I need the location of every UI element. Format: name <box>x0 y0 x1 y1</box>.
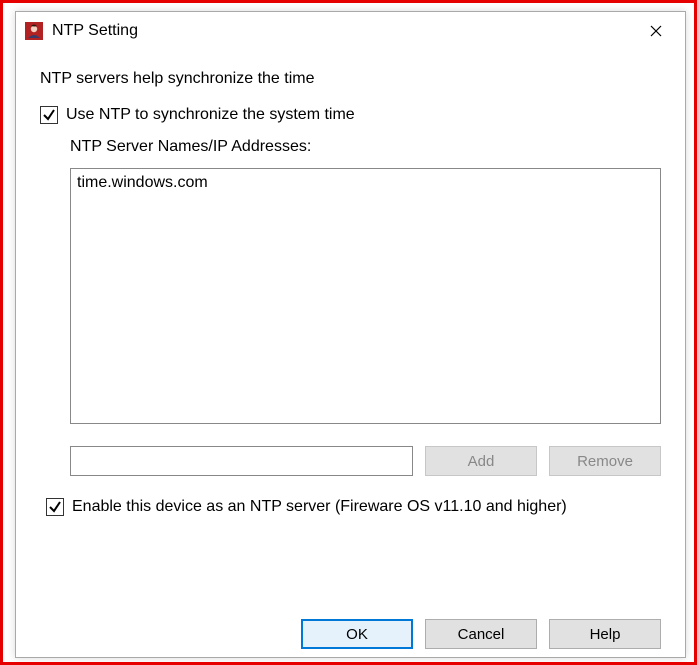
titlebar: NTP Setting <box>16 12 685 50</box>
new-server-input[interactable] <box>70 446 413 476</box>
enable-server-checkbox-row[interactable]: Enable this device as an NTP server (Fir… <box>46 498 661 516</box>
add-button[interactable]: Add <box>425 446 537 476</box>
ntp-setting-dialog: NTP Setting NTP servers help synchronize… <box>15 11 686 658</box>
cancel-button[interactable]: Cancel <box>425 619 537 649</box>
use-ntp-checkbox-row[interactable]: Use NTP to synchronize the system time <box>40 106 661 124</box>
use-ntp-label: Use NTP to synchronize the system time <box>66 106 355 124</box>
enable-server-checkbox[interactable] <box>46 498 64 516</box>
enable-server-label: Enable this device as an NTP server (Fir… <box>72 498 567 516</box>
dialog-button-bar: OK Cancel Help <box>16 619 685 657</box>
help-button[interactable]: Help <box>549 619 661 649</box>
server-listbox[interactable]: time.windows.com <box>70 168 661 424</box>
server-list-label: NTP Server Names/IP Addresses: <box>70 138 661 156</box>
check-icon <box>42 108 56 122</box>
intro-text: NTP servers help synchronize the time <box>40 70 661 88</box>
use-ntp-checkbox[interactable] <box>40 106 58 124</box>
close-icon <box>650 25 662 37</box>
list-item[interactable]: time.windows.com <box>77 173 654 194</box>
app-icon <box>24 21 44 41</box>
remove-button[interactable]: Remove <box>549 446 661 476</box>
ok-button[interactable]: OK <box>301 619 413 649</box>
check-icon <box>48 500 62 514</box>
close-button[interactable] <box>633 15 679 47</box>
window-title: NTP Setting <box>52 22 633 40</box>
